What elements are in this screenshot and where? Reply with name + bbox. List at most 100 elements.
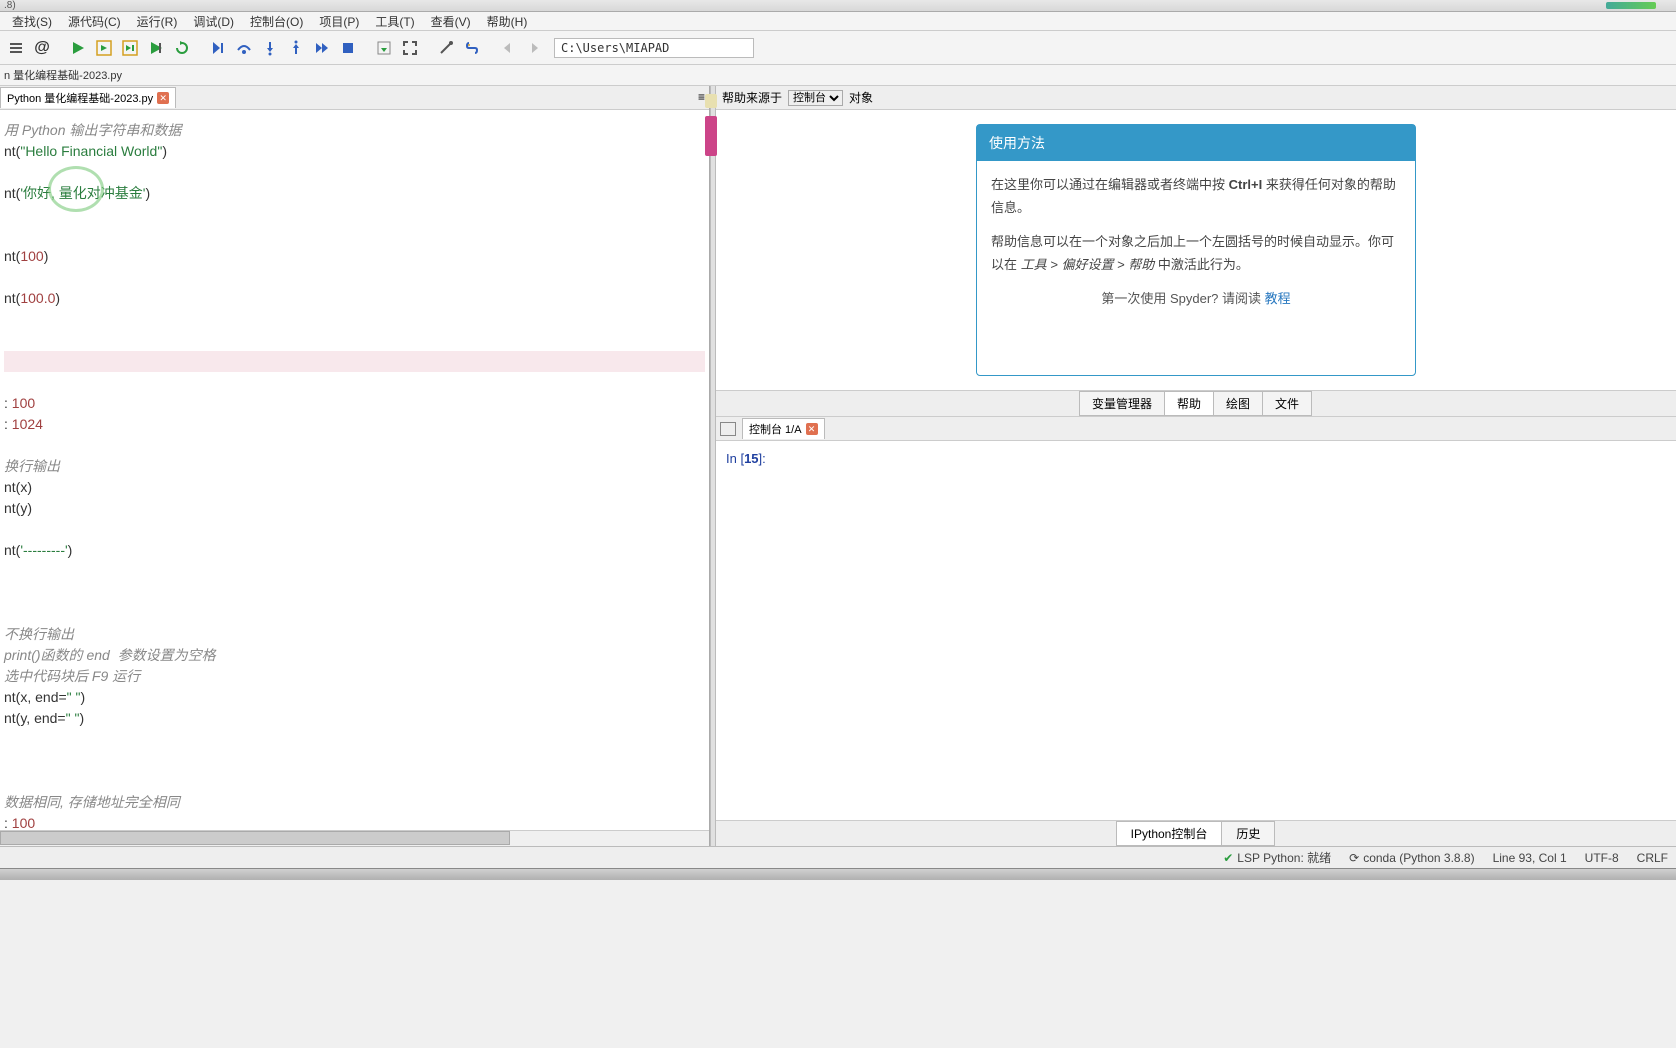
code-line: [4, 372, 705, 393]
console-browse-icon[interactable]: [720, 422, 736, 436]
code-line: 数据相同, 存储地址完全相同: [4, 792, 705, 813]
code-line: [4, 771, 705, 792]
rerun-icon[interactable]: [170, 36, 194, 60]
menu-help[interactable]: 帮助(H): [479, 11, 536, 32]
hamburger-icon[interactable]: ≡: [698, 90, 705, 104]
status-eol: CRLF: [1637, 851, 1668, 865]
code-line: [4, 750, 705, 771]
menu-console[interactable]: 控制台(O): [242, 11, 311, 32]
menu-find[interactable]: 查找(S): [4, 11, 60, 32]
working-directory-input[interactable]: C:\Users\MIAPAD: [554, 38, 754, 58]
editor-tab-label: Python 量化编程基础-2023.py: [7, 90, 153, 106]
tutorial-link[interactable]: 教程: [1265, 291, 1291, 306]
menu-source[interactable]: 源代码(C): [60, 11, 129, 32]
code-line: [4, 204, 705, 225]
menubar: 查找(S) 源代码(C) 运行(R) 调试(D) 控制台(O) 项目(P) 工具…: [0, 12, 1676, 31]
code-line: nt(100): [4, 246, 705, 267]
os-taskbar[interactable]: [0, 868, 1676, 880]
forward-icon[interactable]: [522, 36, 546, 60]
code-line: 选中代码块后 F9 运行: [4, 666, 705, 687]
help-card: 使用方法 在这里你可以通过在编辑器或者终端中按 Ctrl+I 来获得任何对象的帮…: [976, 124, 1416, 376]
code-editor[interactable]: 用 Python 输出字符串和数据nt("Hello Financial Wor…: [0, 110, 709, 830]
editor-tab-active[interactable]: Python 量化编程基础-2023.py ✕: [0, 87, 176, 108]
help-header: 帮助来源于 控制台 对象: [716, 86, 1676, 110]
stop-debug-icon[interactable]: [336, 36, 360, 60]
help-footer: 第一次使用 Spyder? 请阅读 教程: [991, 277, 1401, 320]
statusbar: ✔LSP Python: 就绪 ⟳conda (Python 3.8.8) Li…: [0, 846, 1676, 868]
debug-icon[interactable]: [206, 36, 230, 60]
console-prompt-in: In [: [726, 451, 744, 466]
preferences-icon[interactable]: [434, 36, 458, 60]
tab-plots[interactable]: 绘图: [1213, 391, 1263, 416]
close-icon[interactable]: ✕: [806, 423, 818, 435]
code-line: [4, 162, 705, 183]
back-icon[interactable]: [496, 36, 520, 60]
code-line: [4, 267, 705, 288]
run-cell-advance-icon[interactable]: [118, 36, 142, 60]
help-text-2b: 中激活此行为。: [1154, 257, 1249, 272]
title-suffix: .8): [4, 0, 16, 11]
tab-help[interactable]: 帮助: [1164, 391, 1214, 416]
help-path: 工具 > 偏好设置 > 帮助: [1021, 257, 1155, 272]
tab-variable-explorer[interactable]: 变量管理器: [1079, 391, 1165, 416]
run-cell-icon[interactable]: [92, 36, 116, 60]
code-line: nt(x): [4, 477, 705, 498]
python-path-icon[interactable]: [460, 36, 484, 60]
code-line: nt('你好, 量化对冲基金'): [4, 183, 705, 204]
console-body[interactable]: In [15]:: [716, 441, 1676, 820]
step-out-icon[interactable]: [284, 36, 308, 60]
close-icon[interactable]: ✕: [157, 92, 169, 104]
code-line: [4, 330, 705, 351]
code-line: 不换行输出: [4, 624, 705, 645]
scrollbar-thumb[interactable]: [0, 831, 510, 845]
tab-ipython-console[interactable]: IPython控制台: [1116, 821, 1223, 846]
marker-yellow: [705, 94, 717, 108]
status-lsp: ✔LSP Python: 就绪: [1223, 849, 1331, 866]
marker-pink: [705, 116, 717, 156]
tab-history[interactable]: 历史: [1221, 821, 1275, 846]
menu-tool[interactable]: 工具(T): [367, 11, 422, 32]
status-position: Line 93, Col 1: [1493, 851, 1567, 865]
toolbar-outline-icon[interactable]: [4, 36, 28, 60]
console-tab[interactable]: 控制台 1/A ✕: [742, 418, 825, 439]
code-line: : 1024: [4, 414, 705, 435]
code-line: [4, 561, 705, 582]
menu-debug[interactable]: 调试(D): [185, 11, 242, 32]
menu-project[interactable]: 项目(P): [311, 11, 367, 32]
vertical-splitter[interactable]: [710, 86, 716, 846]
help-footer-text: 第一次使用 Spyder? 请阅读: [1101, 291, 1264, 306]
code-line: nt(y): [4, 498, 705, 519]
run-selection-icon[interactable]: [144, 36, 168, 60]
code-line: [4, 309, 705, 330]
step-over-icon[interactable]: [232, 36, 256, 60]
import-data-icon[interactable]: [372, 36, 396, 60]
horizontal-scrollbar[interactable]: [0, 830, 709, 846]
console-tab-label: 控制台 1/A: [749, 421, 802, 437]
help-object-label: 对象: [849, 89, 873, 106]
code-line: [4, 582, 705, 603]
toolbar: @ C:\Users\MIAPAD: [0, 31, 1676, 65]
menu-run[interactable]: 运行(R): [129, 11, 186, 32]
help-source-select[interactable]: 控制台: [788, 90, 843, 106]
code-line: [4, 603, 705, 624]
console-panel: 控制台 1/A ✕ In [15]: IPython控制台 历史: [716, 417, 1676, 846]
menu-view[interactable]: 查看(V): [423, 11, 479, 32]
help-text-1a: 在这里你可以通过在编辑器或者终端中按: [991, 177, 1229, 192]
code-line: : 100: [4, 813, 705, 830]
code-line: nt(100.0): [4, 288, 705, 309]
console-bottom-tabs: IPython控制台 历史: [716, 820, 1676, 846]
step-into-icon[interactable]: [258, 36, 282, 60]
code-line: [4, 351, 705, 372]
run-file-icon[interactable]: [66, 36, 90, 60]
code-line: 用 Python 输出字符串和数据: [4, 120, 705, 141]
code-line: [4, 519, 705, 540]
maximize-icon[interactable]: [398, 36, 422, 60]
code-line: : 100: [4, 393, 705, 414]
tab-files[interactable]: 文件: [1262, 391, 1312, 416]
continue-icon[interactable]: [310, 36, 334, 60]
toolbar-at-icon[interactable]: @: [30, 36, 54, 60]
status-conda[interactable]: ⟳conda (Python 3.8.8): [1349, 851, 1474, 865]
right-tabs: 变量管理器 帮助 绘图 文件: [716, 390, 1676, 417]
help-source-label: 帮助来源于: [722, 89, 782, 106]
breadcrumb: n 量化编程基础-2023.py: [0, 65, 1676, 86]
